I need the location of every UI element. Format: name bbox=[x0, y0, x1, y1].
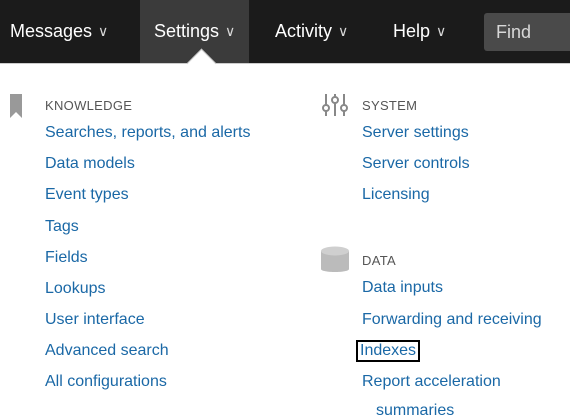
menu-link-server-controls[interactable]: Server controls bbox=[362, 155, 470, 173]
find-input[interactable]: Find bbox=[484, 13, 570, 51]
menu-link-advanced-search[interactable]: Advanced search bbox=[45, 342, 169, 360]
chevron-down-icon: ∨ bbox=[98, 23, 109, 39]
knowledge-heading: KNOWLEDGE bbox=[45, 98, 133, 113]
settings-dropdown: KNOWLEDGE Searches, reports, and alerts … bbox=[0, 48, 570, 420]
menu-link-event-types[interactable]: Event types bbox=[45, 186, 129, 204]
chevron-down-icon: ∨ bbox=[338, 23, 349, 39]
sliders-icon bbox=[322, 94, 348, 116]
menu-link-forwarding-receiving[interactable]: Forwarding and receiving bbox=[362, 311, 542, 329]
help-menu[interactable]: Help ∨ bbox=[393, 0, 446, 63]
activity-label: Activity bbox=[275, 21, 333, 41]
chevron-down-icon: ∨ bbox=[436, 23, 447, 39]
system-heading: SYSTEM bbox=[362, 98, 418, 113]
menu-link-server-settings[interactable]: Server settings bbox=[362, 124, 469, 142]
chevron-down-icon: ∨ bbox=[225, 23, 236, 39]
find-placeholder: Find bbox=[496, 21, 532, 42]
menu-link-searches-reports-alerts[interactable]: Searches, reports, and alerts bbox=[45, 124, 250, 142]
menu-link-report-acceleration-cont[interactable]: summaries bbox=[376, 402, 454, 420]
activity-menu[interactable]: Activity ∨ bbox=[275, 0, 348, 63]
help-label: Help bbox=[393, 21, 431, 41]
menu-link-lookups[interactable]: Lookups bbox=[45, 280, 106, 298]
menu-link-indexes[interactable]: Indexes bbox=[355, 340, 421, 362]
data-heading: DATA bbox=[362, 253, 396, 268]
menu-link-data-inputs[interactable]: Data inputs bbox=[362, 279, 443, 297]
menu-link-all-configurations[interactable]: All configurations bbox=[45, 373, 167, 391]
top-nav-bar: Messages ∨ Settings ∨ Activity ∨ Help ∨ … bbox=[0, 0, 570, 63]
messages-menu[interactable]: Messages ∨ bbox=[10, 0, 108, 63]
menu-link-data-models[interactable]: Data models bbox=[45, 155, 135, 173]
bookmark-icon bbox=[10, 94, 22, 118]
menu-link-user-interface[interactable]: User interface bbox=[45, 311, 145, 329]
database-icon bbox=[321, 246, 349, 272]
settings-label: Settings bbox=[154, 21, 220, 41]
messages-label: Messages bbox=[10, 21, 93, 41]
menu-link-report-acceleration[interactable]: Report acceleration bbox=[362, 373, 501, 391]
menu-link-fields[interactable]: Fields bbox=[45, 249, 88, 267]
menu-link-licensing[interactable]: Licensing bbox=[362, 186, 430, 204]
menu-link-tags[interactable]: Tags bbox=[45, 218, 79, 236]
